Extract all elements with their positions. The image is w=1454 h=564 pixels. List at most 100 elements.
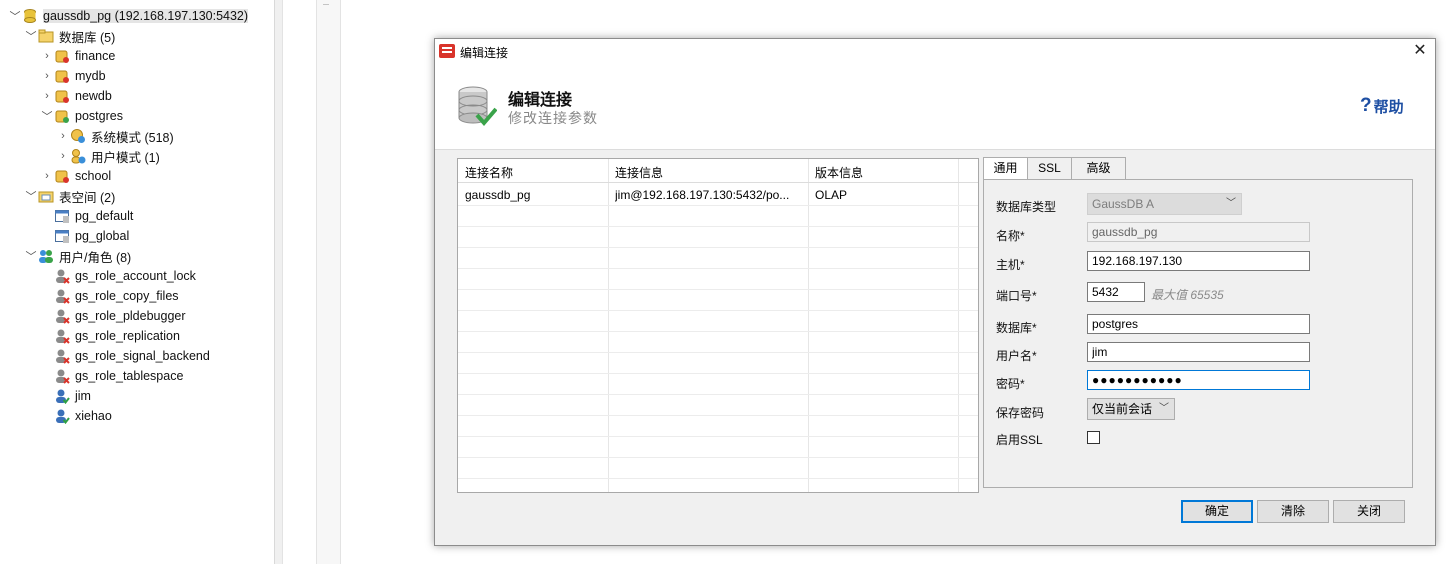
tree-node-database[interactable]: › finance (40, 46, 115, 66)
tree-node-role[interactable]: gs_role_tablespace (54, 366, 183, 386)
tree-node-user[interactable]: xiehao (54, 406, 112, 426)
row-divider (458, 226, 978, 227)
column-header[interactable]: 连接信息 (615, 164, 805, 181)
database-check-icon (458, 86, 497, 127)
clear-button[interactable]: 清除 (1257, 500, 1329, 523)
save-password-label: 保存密码 (996, 406, 1045, 420)
tablespace-folder-icon (38, 191, 54, 203)
connection-table[interactable]: 连接名称 连接信息 版本信息 gaussdb_pg jim@192.168.19… (457, 158, 979, 493)
divider-tick (323, 0, 329, 5)
help-label: 帮助 (1373, 98, 1404, 116)
dialog-titlebar[interactable]: 编辑连接 ✕ (435, 39, 1435, 63)
help-button[interactable]: ? 帮助 (1360, 95, 1404, 117)
tree-node-label: gs_role_replication (75, 329, 180, 343)
column-divider (958, 159, 959, 492)
database-field[interactable] (1087, 314, 1310, 334)
column-divider (608, 159, 609, 492)
row-divider (458, 436, 978, 437)
dialog-window-title: 编辑连接 (460, 46, 509, 60)
tree-node-label: mydb (75, 69, 106, 83)
chevron-down-icon[interactable]: ﹀ (24, 248, 38, 264)
chevron-down-icon[interactable]: ﹀ (8, 8, 22, 24)
tree-node-connection[interactable]: ﹀ gaussdb_pg (192.168.197.130:5432) (8, 6, 249, 26)
tab-ssl[interactable]: SSL (1027, 157, 1072, 179)
tree-node-user[interactable]: jim (54, 386, 91, 406)
help-icon: ? (1360, 95, 1372, 116)
role-disabled-icon (56, 329, 70, 344)
column-header[interactable]: 连接名称 (465, 164, 605, 181)
chevron-down-icon[interactable]: ﹀ (24, 188, 38, 204)
role-disabled-icon (56, 349, 70, 364)
dialog-header: 编辑连接 修改连接参数 ? 帮助 (435, 63, 1435, 150)
user-schema-icon (71, 149, 86, 164)
host-field[interactable] (1087, 251, 1310, 271)
name-field[interactable] (1087, 222, 1310, 242)
row-divider (458, 205, 978, 206)
tablespace-icon (55, 210, 69, 223)
database-icon (55, 170, 69, 183)
general-settings-panel: 数据库类型 GaussDB A ﹀ 名称* 主机* 端口号* 最大值 65535… (983, 179, 1413, 488)
chevron-down-icon: ﹀ (1159, 403, 1169, 414)
tree-node-label: gs_role_tablespace (75, 369, 184, 383)
db-type-value: GaussDB A (1092, 197, 1155, 211)
tree-node-database-postgres[interactable]: ﹀ postgres (40, 106, 123, 126)
panel-divider (282, 0, 317, 564)
tree-node-databases[interactable]: ﹀ 数据库 (5) (24, 26, 115, 46)
table-cell: jim@192.168.197.130:5432/po... (615, 188, 790, 202)
row-divider (458, 247, 978, 248)
close-icon[interactable]: ✕ (1409, 40, 1431, 62)
tree-node-role[interactable]: gs_role_copy_files (54, 286, 179, 306)
ok-button[interactable]: 确定 (1181, 500, 1253, 523)
role-disabled-icon (56, 369, 70, 384)
tree-node-label: pg_global (75, 229, 130, 243)
tree-node-role[interactable]: gs_role_signal_backend (54, 346, 210, 366)
tree-node-tablespaces[interactable]: ﹀ 表空间 (2) (24, 186, 116, 206)
chevron-down-icon[interactable]: ﹀ (40, 108, 54, 124)
tree-node-label: gs_role_account_lock (75, 269, 196, 283)
chevron-down-icon: ﹀ (1226, 198, 1236, 209)
tree-node-tablespace[interactable]: pg_default (54, 206, 133, 226)
password-field[interactable] (1087, 370, 1310, 390)
database-open-icon (55, 110, 69, 123)
tree-node-label: 表空间 (2) (59, 190, 116, 205)
tree-node-schema-user[interactable]: › 用户模式 (1) (56, 146, 160, 166)
database-connection-icon (24, 9, 36, 23)
tree-node-label: gs_role_pldebugger (75, 309, 186, 323)
table-cell: OLAP (815, 188, 848, 202)
tree-node-users-roles[interactable]: ﹀ 用户/角色 (8) (24, 246, 131, 266)
chevron-right-icon[interactable]: › (40, 70, 54, 82)
close-button[interactable]: 关闭 (1333, 500, 1405, 523)
ssl-checkbox[interactable] (1087, 431, 1100, 444)
tab-advanced[interactable]: 高级 (1071, 157, 1126, 179)
chevron-right-icon[interactable]: › (56, 150, 70, 162)
tab-general[interactable]: 通用 (983, 157, 1028, 180)
tree-node-role[interactable]: gs_role_replication (54, 326, 180, 346)
chevron-down-icon[interactable]: ﹀ (24, 28, 38, 44)
tree-node-database[interactable]: › newdb (40, 86, 112, 106)
chevron-right-icon[interactable]: › (40, 170, 54, 182)
username-field[interactable] (1087, 342, 1310, 362)
db-type-select[interactable]: GaussDB A ﹀ (1087, 193, 1242, 215)
tree-node-database[interactable]: › school (40, 166, 111, 186)
tree-node-schema-system[interactable]: › 系统模式 (518) (56, 126, 174, 146)
chevron-right-icon[interactable]: › (40, 90, 54, 102)
row-divider (458, 289, 978, 290)
port-field[interactable] (1087, 282, 1145, 302)
tree-node-tablespace[interactable]: pg_global (54, 226, 129, 246)
save-password-select[interactable]: 仅当前会话 ﹀ (1087, 398, 1175, 420)
object-browser-tree: ﹀ gaussdb_pg (192.168.197.130:5432) ﹀ 数据… (0, 0, 274, 564)
ssl-label: 启用SSL (996, 433, 1043, 447)
chevron-right-icon[interactable]: › (40, 50, 54, 62)
tree-node-label: gaussdb_pg (192.168.197.130:5432) (43, 9, 249, 23)
database-icon (55, 70, 69, 83)
row-divider (458, 415, 978, 416)
role-disabled-icon (56, 269, 70, 284)
chevron-right-icon[interactable]: › (56, 130, 70, 142)
role-disabled-icon (56, 289, 70, 304)
tree-node-database[interactable]: › mydb (40, 66, 106, 86)
tree-node-label: 用户/角色 (8) (59, 250, 132, 265)
tree-node-label: xiehao (75, 409, 112, 423)
tree-node-role[interactable]: gs_role_pldebugger (54, 306, 186, 326)
tree-node-role[interactable]: gs_role_account_lock (54, 266, 196, 286)
column-header[interactable]: 版本信息 (815, 164, 955, 181)
